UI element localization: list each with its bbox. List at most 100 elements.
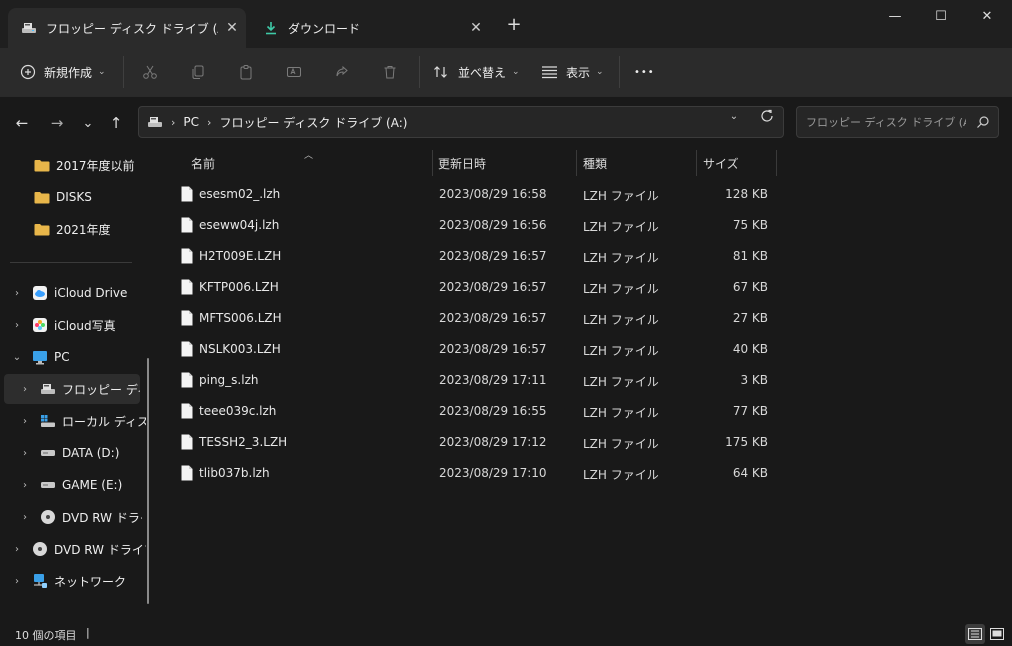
table-row[interactable]: teee039c.lzh 2023/08/29 16:55 LZH ファイル 77 K…	[174, 396, 784, 426]
table-row[interactable]: KFTP006.LZH 2023/08/29 16:57 LZH ファイル 67 KB	[174, 272, 784, 302]
sidebar-item-floppy-drive[interactable]: › フロッピー ディスク	[4, 374, 140, 404]
chevron-right-icon[interactable]: ›	[18, 448, 32, 459]
table-row[interactable]: eseww04j.lzh 2023/08/29 16:56 LZH ファイル 75 K…	[174, 210, 784, 240]
file-type: LZH ファイル	[583, 282, 659, 296]
delete-icon[interactable]	[375, 57, 405, 87]
new-button-label: 新規作成	[44, 65, 93, 80]
close-window-button[interactable]: ✕	[964, 0, 1010, 32]
file-date: 2023/08/29 16:55	[439, 404, 547, 418]
refresh-icon[interactable]	[756, 109, 778, 127]
icloud-photos-icon	[32, 317, 48, 333]
chevron-right-icon[interactable]: ›	[10, 544, 24, 555]
recent-locations-button[interactable]: ⌄	[74, 109, 102, 137]
share-icon[interactable]	[327, 57, 357, 87]
chevron-right-icon[interactable]: ›	[10, 320, 24, 331]
sidebar-item-icloud-photos[interactable]: › iCloud写真	[10, 310, 146, 340]
file-name: H2T009E.LZH	[199, 249, 282, 263]
details-view-button[interactable]	[965, 624, 985, 644]
icloud-drive-icon	[32, 285, 48, 301]
sort-icon	[433, 64, 449, 80]
file-size: 75 KB	[732, 218, 768, 232]
column-divider[interactable]	[776, 150, 777, 176]
column-header-name[interactable]: 名前	[191, 148, 429, 178]
back-button[interactable]: ←	[8, 109, 36, 137]
chevron-right-icon[interactable]: ›	[18, 512, 32, 523]
table-row[interactable]: ping_s.lzh 2023/08/29 17:11 LZH ファイル 3 KB	[174, 365, 784, 395]
file-type: LZH ファイル	[583, 375, 659, 389]
forward-button[interactable]: →	[43, 109, 71, 137]
table-row[interactable]: NSLK003.LZH 2023/08/29 16:57 LZH ファイル 40 KB	[174, 334, 784, 364]
chevron-right-icon[interactable]: ›	[18, 384, 32, 395]
table-row[interactable]: esesm02_.lzh 2023/08/29 16:58 LZH ファイル 128 …	[174, 179, 784, 209]
sidebar-item-game-drive[interactable]: › GAME (E:)	[18, 470, 146, 500]
floppy-drive-icon	[147, 116, 163, 128]
maximize-button[interactable]: ☐	[918, 0, 964, 32]
rename-icon[interactable]	[279, 57, 309, 87]
download-icon	[262, 20, 280, 36]
file-name: teee039c.lzh	[199, 404, 277, 418]
sidebar-item-icloud-drive[interactable]: › iCloud Drive	[10, 278, 146, 308]
tab-downloads[interactable]: ダウンロード ✕	[250, 8, 490, 48]
cut-icon[interactable]	[135, 57, 165, 87]
close-tab-icon[interactable]: ✕	[462, 20, 490, 36]
column-divider[interactable]	[432, 150, 433, 176]
column-divider[interactable]	[696, 150, 697, 176]
more-options-button[interactable]: •••	[634, 54, 655, 90]
drive-icon	[40, 477, 56, 493]
file-size: 77 KB	[732, 404, 768, 418]
file-date: 2023/08/29 17:10	[439, 466, 547, 480]
paste-icon[interactable]	[231, 57, 261, 87]
chevron-right-icon[interactable]: ›	[18, 416, 32, 427]
sort-button[interactable]: 並べ替え ⌄	[433, 54, 520, 90]
local-disk-icon	[40, 413, 56, 429]
copy-icon[interactable]	[183, 57, 213, 87]
column-header-type[interactable]: 種類	[583, 148, 693, 178]
view-button[interactable]: 表示 ⌄	[541, 54, 604, 90]
column-header-size[interactable]: サイズ	[703, 148, 773, 178]
chevron-right-icon[interactable]: ›	[10, 576, 24, 587]
tab-label: フロッピー ディスク ドライブ (A:)	[46, 21, 218, 36]
search-icon[interactable]	[976, 115, 990, 132]
file-date: 2023/08/29 16:56	[439, 218, 547, 232]
search-box[interactable]	[796, 106, 999, 138]
sidebar-scrollbar[interactable]	[147, 358, 149, 604]
file-icon	[181, 403, 193, 419]
up-button[interactable]: ↑	[102, 109, 130, 137]
tab-floppy-drive[interactable]: フロッピー ディスク ドライブ (A:) ✕	[8, 8, 246, 48]
column-header-date[interactable]: 更新日時	[438, 148, 574, 178]
search-input[interactable]	[806, 115, 966, 129]
sidebar-item-label: 2017年度以前	[56, 158, 135, 173]
large-icons-view-button[interactable]	[987, 624, 1007, 644]
sidebar-item-pc[interactable]: ⌄ PC	[10, 342, 146, 372]
sidebar-item-network[interactable]: › ネットワーク	[10, 566, 146, 596]
column-divider[interactable]	[576, 150, 577, 176]
address-history-dropdown[interactable]: ⌄	[724, 111, 744, 122]
sidebar-item-data-drive[interactable]: › DATA (D:)	[18, 438, 146, 468]
file-date: 2023/08/29 16:57	[439, 280, 547, 294]
table-row[interactable]: tlib037b.lzh 2023/08/29 17:10 LZH ファイル 64 K…	[174, 458, 784, 488]
chevron-down-icon: ⌄	[512, 67, 520, 77]
new-tab-button[interactable]: +	[500, 12, 528, 40]
table-row[interactable]: H2T009E.LZH 2023/08/29 16:57 LZH ファイル 81 KB	[174, 241, 784, 271]
table-row[interactable]: TESSH2_3.LZH 2023/08/29 17:12 LZH ファイル 175 …	[174, 427, 784, 457]
sidebar-item-disks[interactable]: DISKS	[34, 182, 146, 212]
new-button[interactable]: 新規作成 ⌄	[20, 54, 106, 90]
toolbar-divider	[619, 56, 620, 88]
close-tab-icon[interactable]: ✕	[218, 20, 246, 36]
chevron-right-icon[interactable]: ›	[10, 288, 24, 299]
sidebar-item-dvd-drive[interactable]: › DVD RW ドライブ	[18, 502, 142, 532]
sidebar-item-dvd-drive-2[interactable]: › DVD RW ドライブ	[10, 534, 146, 564]
address-bar[interactable]: › PC › フロッピー ディスク ドライブ (A:)	[138, 106, 784, 138]
sidebar-item-2017[interactable]: 2017年度以前	[34, 150, 146, 180]
file-name: eseww04j.lzh	[199, 218, 280, 232]
navigation-pane: 2017年度以前 DISKS 2021年度 › iCloud Drive › i…	[0, 148, 158, 622]
sidebar-item-local-disk[interactable]: › ローカル ディスク	[18, 406, 146, 436]
table-row[interactable]: MFTS006.LZH 2023/08/29 16:57 LZH ファイル 27 KB	[174, 303, 784, 333]
dvd-drive-icon	[40, 509, 56, 525]
breadcrumb-pc[interactable]: PC	[183, 115, 199, 129]
breadcrumb-floppy-drive[interactable]: フロッピー ディスク ドライブ (A:)	[219, 114, 407, 131]
chevron-down-icon[interactable]: ⌄	[10, 352, 24, 363]
minimize-button[interactable]: —	[872, 0, 918, 32]
chevron-right-icon[interactable]: ›	[18, 480, 32, 491]
sidebar-item-2021[interactable]: 2021年度	[34, 214, 146, 244]
